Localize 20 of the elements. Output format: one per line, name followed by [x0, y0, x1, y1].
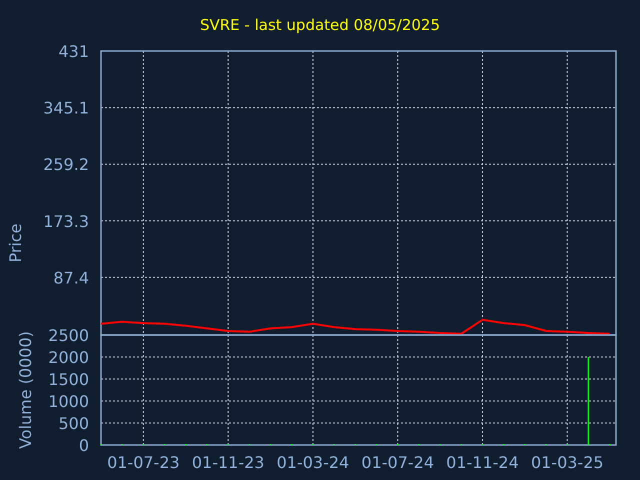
axis-tick-label: 500	[58, 414, 89, 433]
axis-title: Price	[6, 223, 25, 263]
axis-tick-label: 1500	[48, 370, 89, 389]
axis-tick-label: 1000	[48, 392, 89, 411]
axis-tick-label: 01-11-24	[446, 453, 519, 472]
axis-tick-label: 345.1	[43, 98, 89, 118]
axis-tick-label: 431	[58, 42, 89, 61]
axis-tick-label: 01-03-25	[530, 453, 604, 472]
axis-tick-label: 01-07-23	[107, 453, 180, 472]
axis-tick-label: 2000	[48, 348, 89, 367]
axis-title: Volume (0000)	[16, 331, 35, 449]
axis-tick-label: 87.4	[53, 268, 89, 288]
axis-tick-label: 173.3	[43, 212, 89, 231]
axis-tick-label: 01-03-24	[276, 453, 350, 472]
axis-tick-label: 0	[78, 436, 89, 455]
axis-tick-label: 259.2	[43, 155, 89, 174]
axis-tick-label: 01-11-23	[192, 453, 264, 472]
axis-tick-label: 2500	[48, 326, 89, 345]
axis-tick-label: 01-07-24	[361, 453, 434, 472]
chart-title: SVRE - last updated 08/05/2025	[200, 16, 440, 34]
